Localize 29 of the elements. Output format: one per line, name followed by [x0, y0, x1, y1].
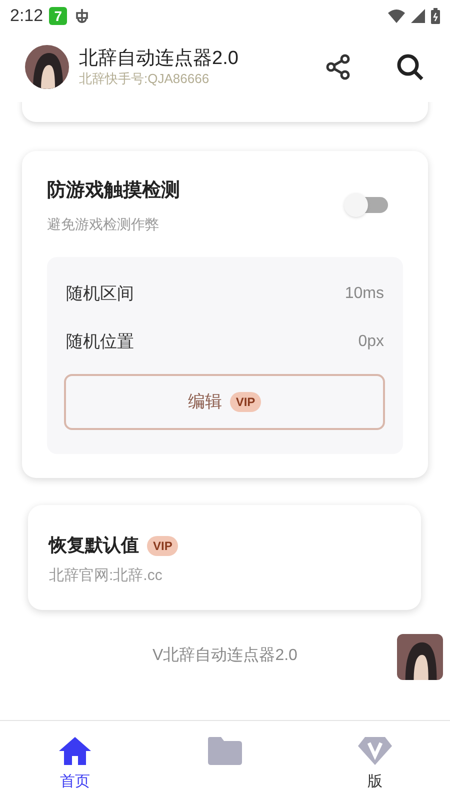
setting-label: 随机区间	[66, 282, 134, 305]
toggle-switch[interactable]	[344, 193, 388, 217]
folder-icon	[208, 737, 242, 765]
card-subtitle: 避免游戏检测作弊	[47, 214, 160, 234]
search-icon[interactable]	[395, 52, 425, 82]
reset-card[interactable]: 恢复默认值 VIP 北辞官网:北辞.cc	[28, 505, 421, 610]
footer-text: V北辞自动连点器2.0	[152, 646, 298, 666]
nav-tab[interactable]: 版	[300, 721, 450, 800]
vip-badge: VIP	[147, 536, 178, 556]
nav-tab[interactable]: 首页	[0, 721, 150, 800]
signal-icon	[411, 9, 425, 23]
card-title: 恢复默认值	[49, 534, 139, 557]
setting-value: 0px	[358, 332, 384, 352]
card-subtitle: 北辞官网:北辞.cc	[49, 566, 164, 586]
app-badge-icon: 7	[49, 7, 68, 25]
home-icon	[59, 737, 91, 765]
vip-badge: VIP	[230, 392, 262, 412]
battery-icon	[431, 8, 440, 24]
setting-value: 10ms	[344, 284, 384, 304]
account-subtitle: 北辞快手号:QJA86666	[79, 70, 210, 87]
diamond-v-icon	[358, 737, 392, 765]
floating-avatar	[397, 634, 443, 680]
setting-label: 随机位置	[66, 330, 134, 353]
card-title: 防游戏触摸检测	[47, 178, 180, 203]
status-time: 2:12	[10, 5, 44, 28]
edit-button[interactable]: 编辑 VIP	[64, 374, 385, 430]
profile-avatar	[25, 45, 69, 89]
wifi-icon	[388, 9, 405, 23]
app-title: 北辞自动连点器2.0	[79, 47, 240, 71]
